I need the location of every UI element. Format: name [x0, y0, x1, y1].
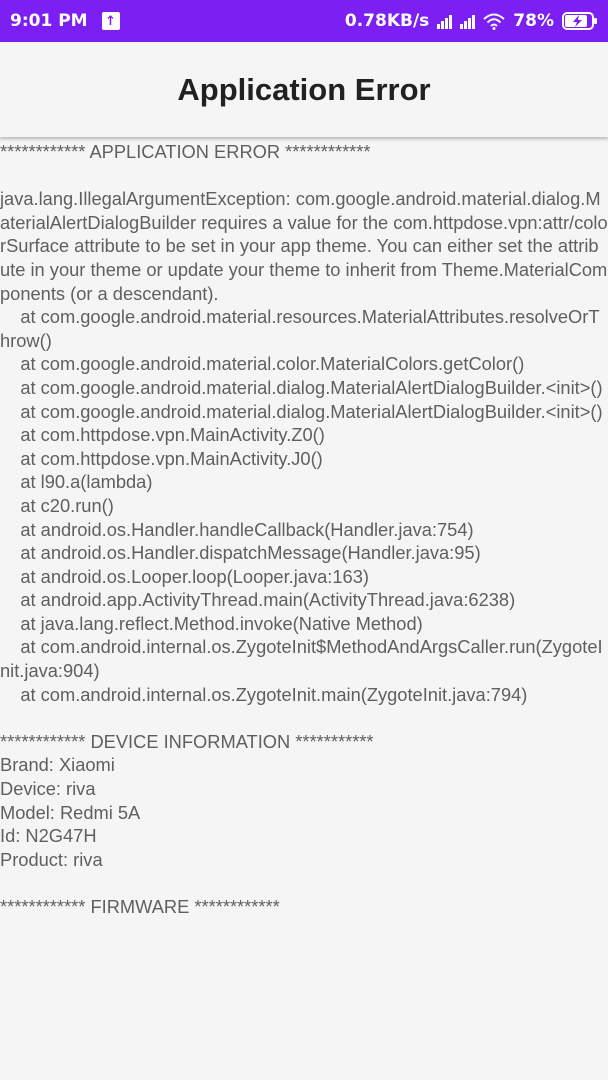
status-bar: 9:01 PM ↑ 0.78KB/s 78%: [0, 0, 608, 42]
signal-icon: [437, 13, 453, 29]
battery-charging-icon: [562, 12, 598, 30]
battery-percent: 78%: [513, 11, 554, 31]
error-report-scroll[interactable]: ************ APPLICATION ERROR *********…: [0, 137, 608, 1080]
error-report-text: ************ APPLICATION ERROR *********…: [0, 141, 608, 917]
network-speed: 0.78KB/s: [344, 11, 430, 31]
status-bar-left: 9:01 PM ↑: [10, 11, 120, 31]
wifi-icon: [483, 13, 505, 30]
status-bar-right: 0.78KB/s 78%: [345, 11, 598, 31]
signal-icon: [460, 13, 476, 29]
status-time: 9:01 PM: [10, 11, 88, 31]
page-title: Application Error: [177, 71, 431, 107]
upload-icon: ↑: [101, 12, 120, 30]
app-bar: Application Error: [0, 42, 608, 137]
